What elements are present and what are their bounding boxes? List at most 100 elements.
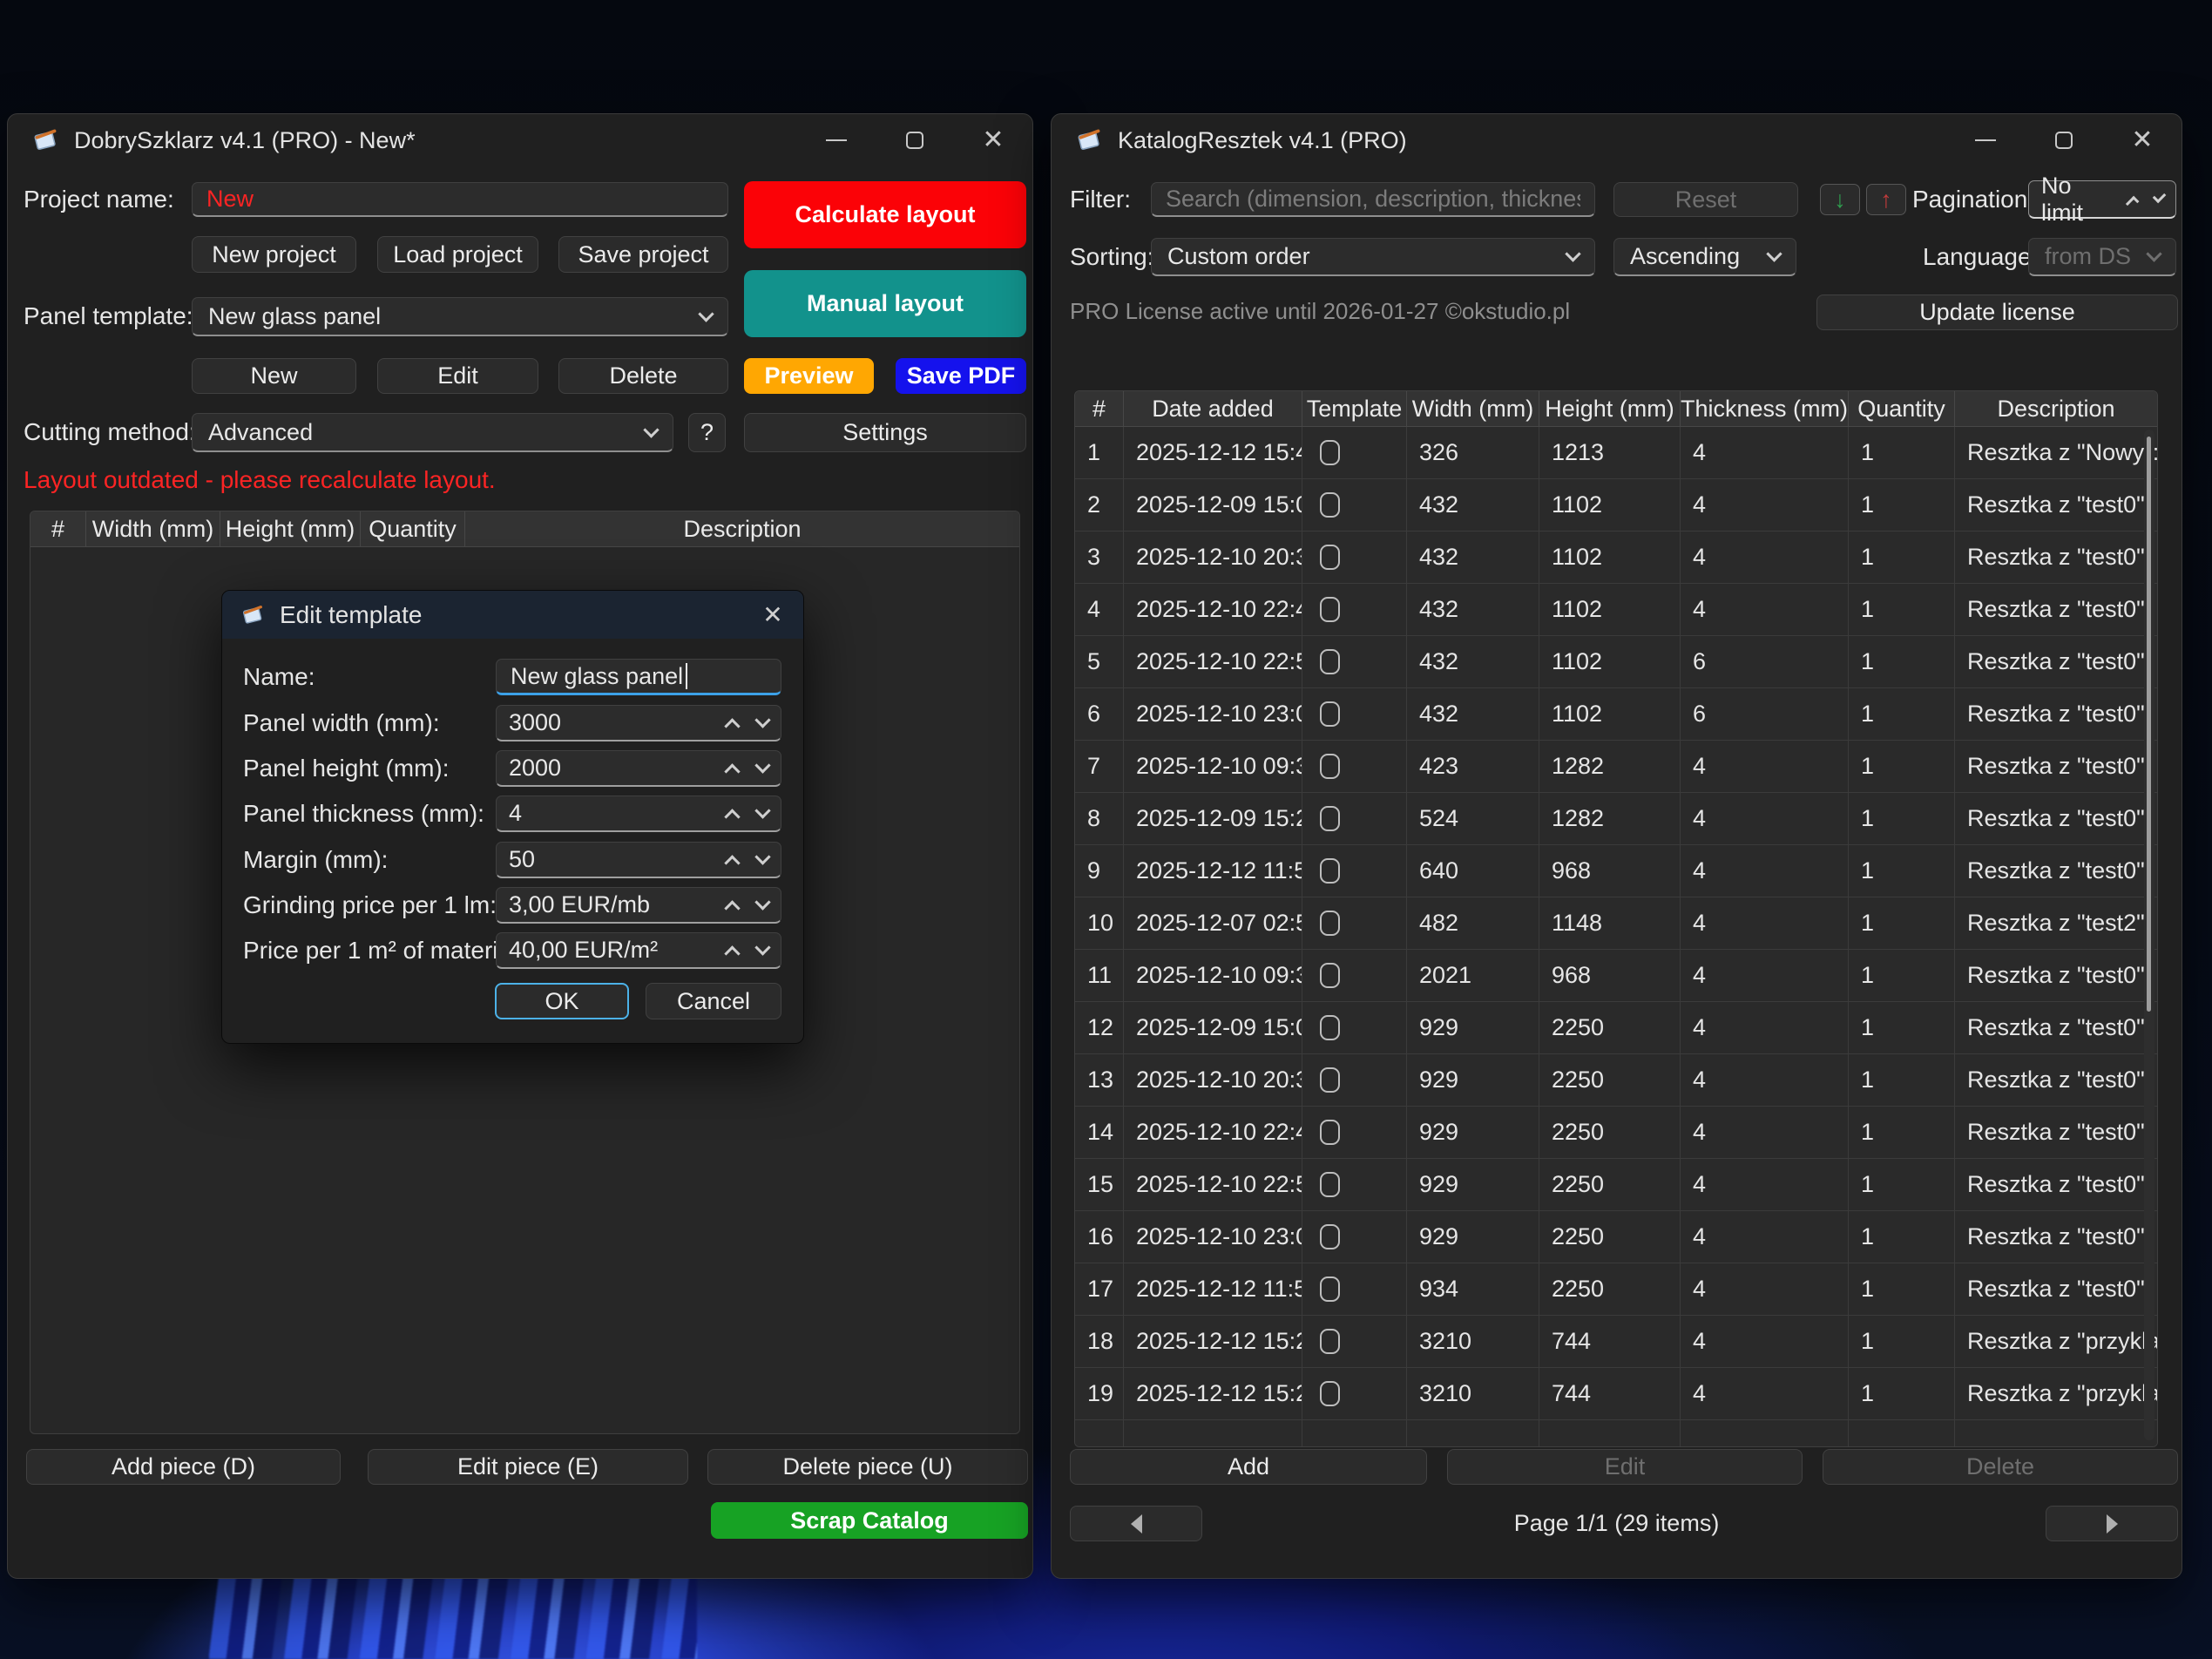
table-row[interactable]: 112025-12-10 09:39202196841Resztka z "te… bbox=[1075, 950, 2157, 1002]
chevron-up-icon[interactable] bbox=[2125, 196, 2139, 210]
column-header[interactable]: Thickness (mm) bbox=[1681, 391, 1849, 426]
export-button[interactable]: ↑ bbox=[1866, 184, 1906, 215]
maximize-button[interactable] bbox=[876, 114, 954, 166]
update-license-button[interactable]: Update license bbox=[1816, 295, 2178, 330]
new-project-button[interactable]: New project bbox=[192, 236, 356, 273]
template-checkbox[interactable] bbox=[1320, 1015, 1340, 1040]
chevron-up-icon[interactable] bbox=[724, 763, 740, 779]
chevron-down-icon[interactable] bbox=[2153, 190, 2167, 204]
material-price-spinner[interactable]: 40,00 EUR/m² bbox=[496, 932, 781, 969]
chevron-down-icon[interactable] bbox=[754, 894, 770, 910]
dialog-close-button[interactable]: ✕ bbox=[742, 591, 803, 639]
panel-thickness-spinner[interactable]: 4 bbox=[496, 796, 781, 832]
name-input[interactable]: New glass panel bbox=[496, 659, 781, 695]
table-row[interactable]: 52025-12-10 22:59432110261Resztka z "tes… bbox=[1075, 636, 2157, 688]
table-row[interactable]: 22025-12-09 15:09432110241Resztka z "tes… bbox=[1075, 479, 2157, 532]
delete-piece-button[interactable]: Delete piece (U) bbox=[707, 1449, 1028, 1485]
scrollbar-thumb[interactable] bbox=[2147, 437, 2151, 1012]
table-row[interactable]: 152025-12-10 22:59929225041Resztka z "te… bbox=[1075, 1159, 2157, 1211]
template-checkbox[interactable] bbox=[1320, 1276, 1340, 1302]
project-name-input[interactable] bbox=[192, 182, 728, 217]
chevron-up-icon[interactable] bbox=[724, 900, 740, 916]
maximize-button[interactable] bbox=[2025, 114, 2103, 166]
chevron-down-icon[interactable] bbox=[754, 712, 770, 728]
table-row[interactable]: 42025-12-10 22:46432110241Resztka z "tes… bbox=[1075, 584, 2157, 636]
column-header[interactable]: # bbox=[1075, 391, 1124, 426]
load-project-button[interactable]: Load project bbox=[377, 236, 538, 273]
template-checkbox[interactable] bbox=[1320, 754, 1340, 779]
cancel-button[interactable]: Cancel bbox=[646, 983, 781, 1019]
chevron-up-icon[interactable] bbox=[724, 718, 740, 734]
template-new-button[interactable]: New bbox=[192, 358, 356, 394]
minimize-button[interactable] bbox=[797, 114, 876, 166]
table-scrollbar[interactable] bbox=[2144, 430, 2155, 1440]
language-select[interactable]: from DS bbox=[2028, 238, 2176, 276]
margin-spinner[interactable]: 50 bbox=[496, 842, 781, 878]
import-button[interactable]: ↓ bbox=[1820, 184, 1860, 215]
chevron-up-icon[interactable] bbox=[724, 809, 740, 824]
chevron-up-icon[interactable] bbox=[724, 855, 740, 870]
reset-button[interactable]: Reset bbox=[1613, 182, 1798, 217]
close-button[interactable]: ✕ bbox=[954, 114, 1032, 166]
manual-layout-button[interactable]: Manual layout bbox=[744, 270, 1026, 337]
minimize-button[interactable] bbox=[1946, 114, 2025, 166]
template-checkbox[interactable] bbox=[1320, 1381, 1340, 1406]
panel-width-spinner[interactable]: 3000 bbox=[496, 705, 781, 741]
help-button[interactable]: ? bbox=[688, 413, 726, 452]
table-row[interactable]: 132025-12-10 20:30929225041Resztka z "te… bbox=[1075, 1054, 2157, 1107]
save-project-button[interactable]: Save project bbox=[558, 236, 728, 273]
table-row[interactable]: 72025-12-10 09:39423128241Resztka z "tes… bbox=[1075, 741, 2157, 793]
pagination-spinner[interactable]: No limit bbox=[2028, 180, 2176, 219]
search-input[interactable] bbox=[1151, 182, 1595, 217]
template-checkbox[interactable] bbox=[1320, 1224, 1340, 1249]
table-row[interactable]: 172025-12-12 11:57934225041Resztka z "te… bbox=[1075, 1263, 2157, 1316]
grinding-price-spinner[interactable]: 3,00 EUR/mb bbox=[496, 887, 781, 924]
sort-order-select[interactable]: Ascending bbox=[1613, 238, 1796, 276]
column-header[interactable]: Description bbox=[465, 511, 1019, 546]
table-row[interactable]: 82025-12-09 15:28524128241Resztka z "tes… bbox=[1075, 793, 2157, 845]
template-checkbox[interactable] bbox=[1320, 649, 1340, 674]
template-checkbox[interactable] bbox=[1320, 858, 1340, 884]
table-row[interactable]: 62025-12-10 23:07432110261Resztka z "tes… bbox=[1075, 688, 2157, 741]
template-checkbox[interactable] bbox=[1320, 701, 1340, 727]
column-header[interactable]: Description bbox=[1955, 391, 2157, 426]
template-edit-button[interactable]: Edit bbox=[377, 358, 538, 394]
scrap-catalog-button[interactable]: Scrap Catalog bbox=[711, 1502, 1028, 1539]
save-pdf-button[interactable]: Save PDF bbox=[896, 358, 1026, 394]
template-checkbox[interactable] bbox=[1320, 963, 1340, 988]
template-checkbox[interactable] bbox=[1320, 545, 1340, 570]
edit-button[interactable]: Edit bbox=[1447, 1449, 1803, 1485]
column-header[interactable]: Height (mm) bbox=[220, 511, 361, 546]
ok-button[interactable]: OK bbox=[495, 983, 629, 1019]
table-row[interactable]: 122025-12-09 15:09929225041Resztka z "te… bbox=[1075, 1002, 2157, 1054]
column-header[interactable]: Date added bbox=[1124, 391, 1302, 426]
template-checkbox[interactable] bbox=[1320, 440, 1340, 465]
close-button[interactable]: ✕ bbox=[2103, 114, 2182, 166]
table-row[interactable]: 102025-12-07 02:56482114841Resztka z "te… bbox=[1075, 897, 2157, 950]
next-page-button[interactable] bbox=[2046, 1506, 2178, 1541]
panel-height-spinner[interactable]: 2000 bbox=[496, 750, 781, 787]
table-row[interactable]: 192025-12-12 15:29321074441Resztka z "pr… bbox=[1075, 1368, 2157, 1420]
table-row[interactable]: 12025-12-12 15:45326121341Resztka z "Now… bbox=[1075, 427, 2157, 479]
column-header[interactable]: Height (mm) bbox=[1539, 391, 1681, 426]
edit-piece-button[interactable]: Edit piece (E) bbox=[368, 1449, 688, 1485]
preview-button[interactable]: Preview bbox=[744, 358, 874, 394]
table-row[interactable]: 182025-12-12 15:29321074441Resztka z "pr… bbox=[1075, 1316, 2157, 1368]
add-piece-button[interactable]: Add piece (D) bbox=[26, 1449, 341, 1485]
template-delete-button[interactable]: Delete bbox=[558, 358, 728, 394]
column-header[interactable]: Quantity bbox=[1849, 391, 1955, 426]
template-checkbox[interactable] bbox=[1320, 597, 1340, 622]
template-checkbox[interactable] bbox=[1320, 806, 1340, 831]
chevron-down-icon[interactable] bbox=[754, 802, 770, 818]
delete-button[interactable]: Delete bbox=[1823, 1449, 2178, 1485]
chevron-down-icon[interactable] bbox=[754, 939, 770, 955]
column-header[interactable]: Width (mm) bbox=[86, 511, 220, 546]
add-button[interactable]: Add bbox=[1070, 1449, 1427, 1485]
column-header[interactable]: Quantity bbox=[361, 511, 465, 546]
column-header[interactable]: Width (mm) bbox=[1407, 391, 1539, 426]
sorting-select[interactable]: Custom order bbox=[1151, 238, 1595, 276]
template-checkbox[interactable] bbox=[1320, 911, 1340, 936]
settings-button[interactable]: Settings bbox=[744, 413, 1026, 452]
column-header[interactable]: Template bbox=[1302, 391, 1407, 426]
template-checkbox[interactable] bbox=[1320, 492, 1340, 518]
